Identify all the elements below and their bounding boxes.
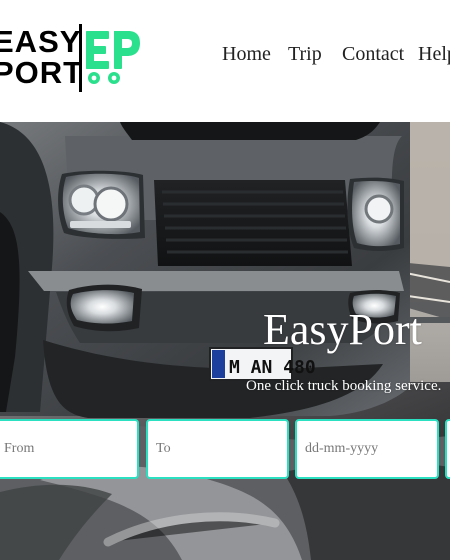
brand-line-easy: EASY [0, 24, 82, 59]
truck-logo-icon [86, 31, 140, 84]
extra-booking-field[interactable] [445, 419, 450, 479]
trip-date-input[interactable] [295, 419, 439, 479]
hero-section: M AN 480 EasyPort One click truck bookin… [0, 122, 450, 560]
to-location-input[interactable] [146, 419, 289, 479]
nav-home-link[interactable]: Home [222, 43, 271, 66]
nav-trip-link[interactable]: Trip [288, 43, 322, 66]
hero-subtitle: One click truck booking service. [246, 378, 442, 394]
nav-contact-link[interactable]: Contact [342, 43, 404, 66]
site-header: EASY PORT Home Trip Contact Help [0, 0, 450, 122]
hero-title: EasyPort [263, 305, 422, 354]
brand-wordmark[interactable]: EASY PORT [0, 24, 84, 90]
from-location-input[interactable] [0, 419, 139, 479]
nav-help-link[interactable]: Help [418, 43, 450, 66]
brand-divider [79, 24, 82, 92]
brand-line-port: PORT [0, 55, 84, 90]
license-plate-text: M AN 480 [229, 357, 316, 378]
